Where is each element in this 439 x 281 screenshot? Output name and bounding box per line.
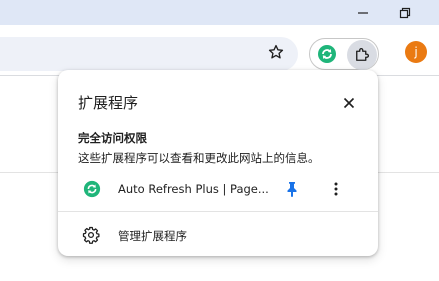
pin-icon xyxy=(287,182,297,197)
avatar-letter: j xyxy=(414,45,418,59)
auto-refresh-icon xyxy=(83,180,101,198)
minimize-button[interactable] xyxy=(345,0,381,25)
section-description: 这些扩展程序可以查看和更改此网站上的信息。 xyxy=(78,151,320,165)
close-icon xyxy=(343,97,355,109)
extensions-button[interactable] xyxy=(347,40,377,70)
pin-button[interactable] xyxy=(282,178,302,200)
minimize-icon xyxy=(358,11,368,14)
more-vert-icon xyxy=(334,182,338,196)
extensions-popup: 扩展程序 完全访问权限 这些扩展程序可以查看和更改此网站上的信息。 Auto R… xyxy=(58,70,378,256)
window-titlebar xyxy=(0,0,439,25)
browser-toolbar: j xyxy=(0,25,439,75)
restore-icon xyxy=(399,7,411,18)
popup-divider xyxy=(58,211,378,212)
popup-title: 扩展程序 xyxy=(78,94,139,112)
extension-row[interactable]: Auto Refresh Plus | Page... xyxy=(58,174,378,204)
manage-extensions-button[interactable]: 管理扩展程序 xyxy=(58,220,378,250)
pinned-extension-button[interactable] xyxy=(314,41,340,67)
manage-extensions-label: 管理扩展程序 xyxy=(118,229,187,243)
close-button[interactable] xyxy=(338,92,360,114)
more-options-button[interactable] xyxy=(326,178,346,200)
profile-avatar[interactable]: j xyxy=(405,41,427,63)
section-title: 完全访问权限 xyxy=(78,131,147,145)
gear-icon xyxy=(82,226,100,244)
restore-button[interactable] xyxy=(387,0,423,25)
auto-refresh-icon xyxy=(318,45,336,63)
extension-name: Auto Refresh Plus | Page... xyxy=(118,182,269,196)
puzzle-icon xyxy=(356,48,369,61)
star-icon xyxy=(268,44,284,59)
bookmark-button[interactable] xyxy=(264,40,288,64)
address-bar[interactable] xyxy=(0,37,298,71)
page-rule-right xyxy=(378,172,439,173)
